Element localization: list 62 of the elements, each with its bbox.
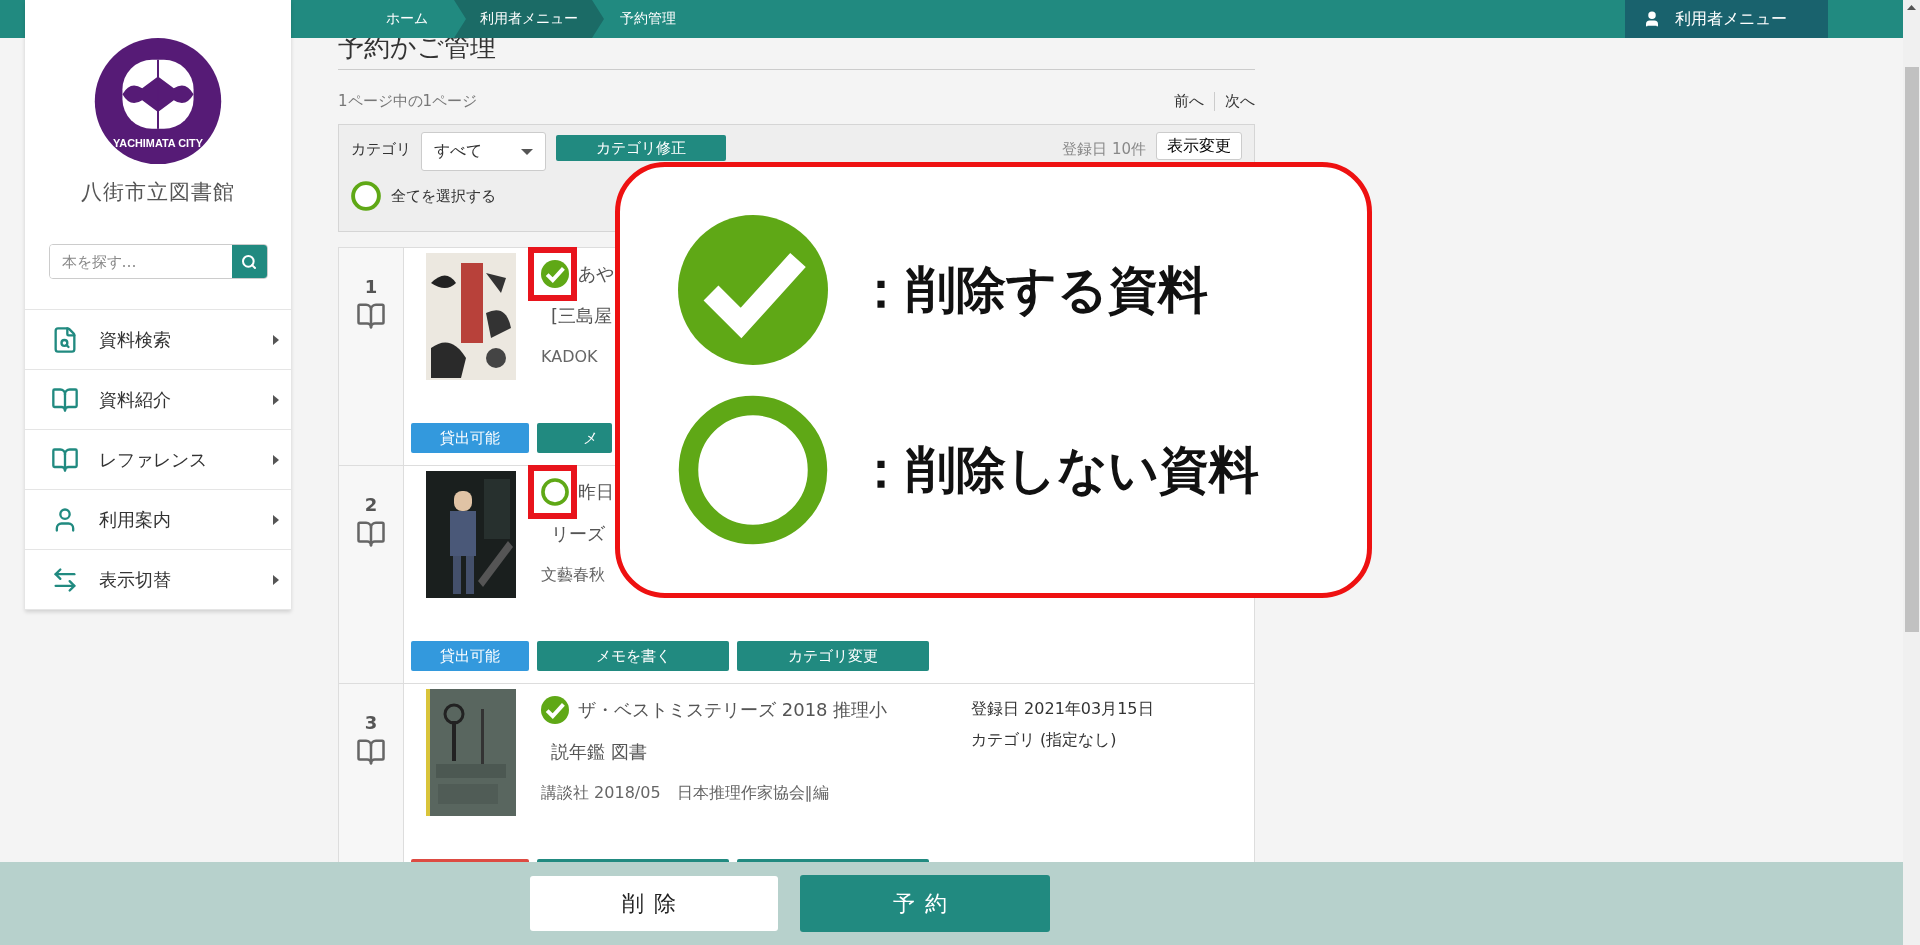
sidebar-item[interactable]: 資料検索 <box>25 310 291 370</box>
unchecked-icon[interactable] <box>351 181 381 211</box>
prev-link[interactable]: 前へ <box>1164 91 1214 111</box>
user-menu-button[interactable]: 利用者メニュー <box>1625 0 1828 38</box>
item-title[interactable]: 説年鑑 図書 <box>551 731 647 773</box>
item-publisher: KADOK <box>541 347 599 366</box>
category-fix-button[interactable]: カテゴリ修正 <box>556 135 726 161</box>
person-icon <box>1643 10 1661 28</box>
book-icon <box>356 737 386 767</box>
check-icon <box>678 215 828 365</box>
reserve-button[interactable]: 予約 <box>800 875 1050 932</box>
sort-count: 登録日 10件 <box>1062 139 1146 160</box>
scroll-up-icon[interactable] <box>1907 5 1916 10</box>
caret-icon <box>521 148 533 155</box>
item-number: 3 <box>364 712 378 733</box>
caret-icon <box>273 394 279 405</box>
display-change-button[interactable]: 表示変更 <box>1156 132 1242 160</box>
breadcrumb-link[interactable]: 利用者メニュー <box>454 0 604 38</box>
item-publisher: 講談社 2018/05 日本推理作家協会∥編 <box>541 783 830 804</box>
library-name: 八街市立図書館 <box>81 179 235 207</box>
action-button[interactable]: メモを書く <box>537 641 729 671</box>
book-icon <box>356 519 386 549</box>
item-title[interactable]: リーズ <box>551 513 605 555</box>
legend-label: ：削除しない資料 <box>856 439 1259 501</box>
caret-icon <box>273 574 279 585</box>
action-button[interactable]: メ <box>537 423 612 453</box>
legend-label: ：削除する資料 <box>856 259 1208 321</box>
item-title[interactable]: あや <box>578 253 614 295</box>
category-select[interactable]: すべて <box>421 132 546 171</box>
caret-icon <box>273 514 279 525</box>
registered-date: 登録日 2021年03月15日 <box>971 699 1154 720</box>
item-number: 2 <box>364 494 378 515</box>
page-info: 1ページ中の1ページ <box>338 91 478 111</box>
unchecked-icon[interactable] <box>541 478 569 506</box>
search-field[interactable]: 本を探す… <box>48 244 268 279</box>
item-title[interactable]: [三島屋 <box>551 295 613 337</box>
scrollbar[interactable] <box>1903 0 1920 945</box>
search-icon <box>241 253 257 270</box>
item-title[interactable]: ザ・ベストミステリーズ 2018 推理小 <box>578 689 888 731</box>
checked-icon[interactable] <box>541 696 569 724</box>
search-button[interactable] <box>231 245 267 278</box>
circle-icon <box>678 395 828 545</box>
sidebar-item[interactable]: 表示切替 <box>25 550 291 610</box>
city-logo: YACHIMATA CITY <box>94 38 222 165</box>
next-link[interactable]: 次へ <box>1214 91 1255 111</box>
item-publisher: 文藝春秋 <box>541 565 606 586</box>
caret-icon <box>273 334 279 345</box>
caret-icon <box>273 454 279 465</box>
sidebar-item[interactable]: 資料紹介 <box>25 370 291 430</box>
category-label: カテゴリ <box>351 139 411 160</box>
book-icon <box>356 301 386 331</box>
item-number: 1 <box>364 276 378 297</box>
sidebar-item[interactable]: レファレンス <box>25 430 291 490</box>
action-button[interactable]: カテゴリ変更 <box>737 641 929 671</box>
sidebar-item[interactable]: 利用案内 <box>25 490 291 550</box>
item-category: カテゴリ (指定なし) <box>971 730 1118 751</box>
book-icon <box>51 445 79 474</box>
item-title[interactable]: 昨日 <box>578 471 614 513</box>
delete-button[interactable]: 削除 <box>530 876 778 931</box>
select-all-label: 全てを選択する <box>391 186 496 206</box>
book-icon <box>51 385 79 414</box>
checked-icon[interactable] <box>541 260 569 288</box>
